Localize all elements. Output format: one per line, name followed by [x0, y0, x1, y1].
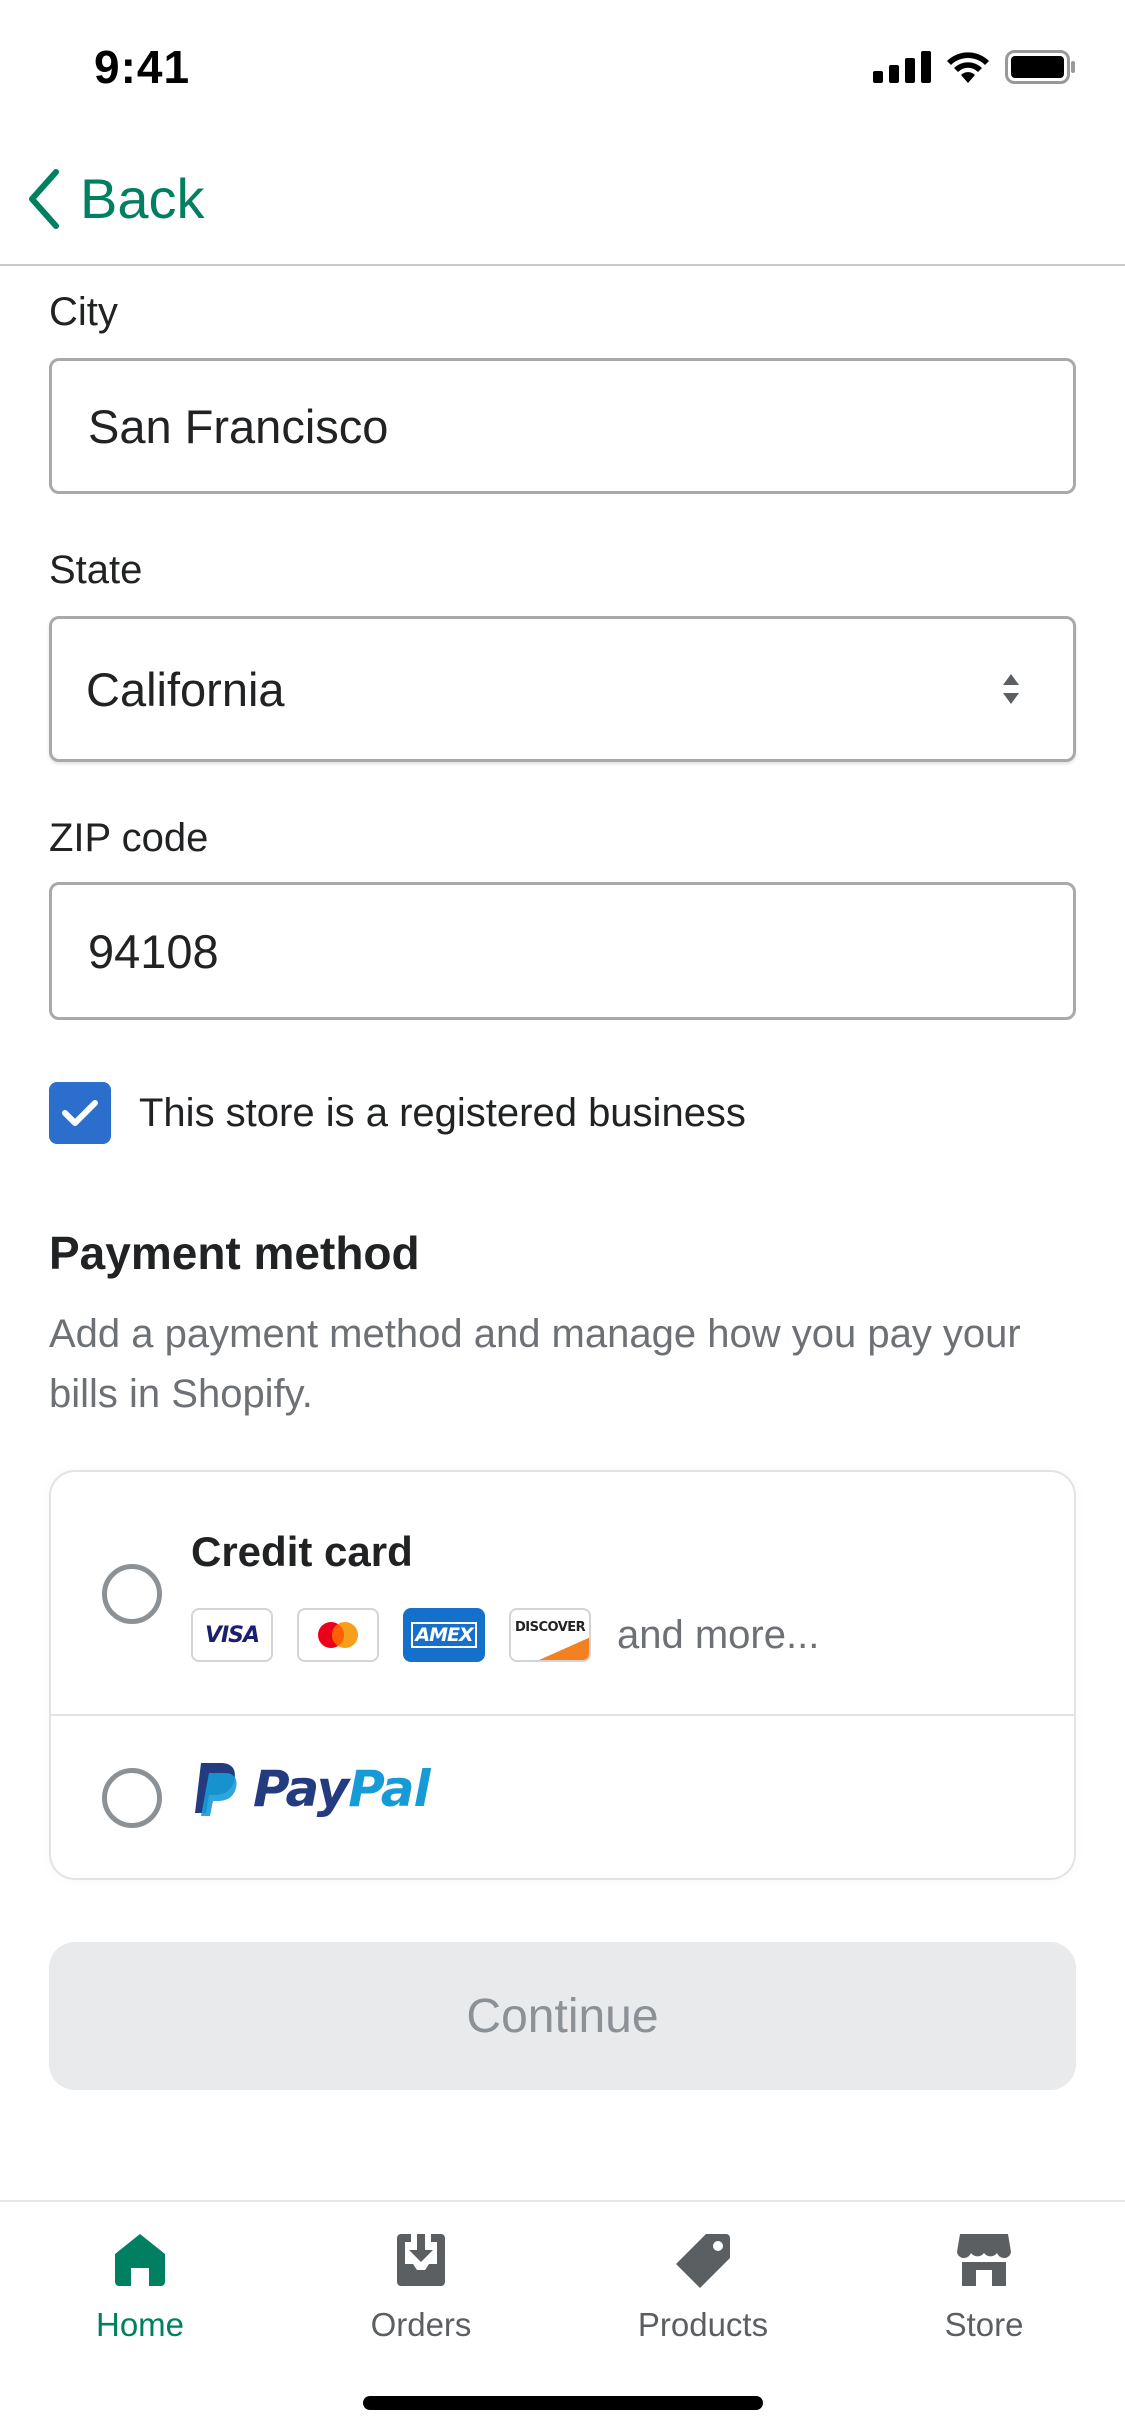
state-value: California	[86, 662, 285, 716]
zip-value: 94108	[88, 924, 219, 978]
tab-products[interactable]: Products	[593, 2232, 813, 2344]
tab-home-label: Home	[95, 2306, 185, 2343]
tab-store-label: Store	[944, 2306, 1024, 2343]
status-bar: 9:41	[0, 0, 1125, 140]
city-input[interactable]: San Francisco	[49, 358, 1076, 494]
payment-method-title: Payment method	[49, 1227, 420, 1279]
credit-card-label: Credit card	[191, 1528, 413, 1575]
select-arrows-icon	[1001, 672, 1021, 706]
chevron-left-icon	[29, 168, 59, 229]
home-icon	[115, 2234, 165, 2286]
city-value: San Francisco	[88, 399, 389, 453]
state-select[interactable]: California	[49, 616, 1076, 762]
paypal-logo: PayPal	[191, 1760, 431, 1818]
checkmark-icon	[62, 1100, 98, 1126]
continue-button[interactable]: Continue	[49, 1942, 1076, 2090]
status-time: 9:41	[94, 41, 191, 93]
back-button[interactable]: Back	[26, 166, 205, 231]
navigation-bar: Back	[0, 140, 1125, 266]
battery-icon	[1005, 50, 1075, 84]
registered-business-checkbox[interactable]	[49, 1082, 111, 1144]
tab-orders[interactable]: Orders	[311, 2232, 531, 2344]
paypal-option[interactable]: PayPal	[51, 1716, 1074, 1878]
card-brands-row: VISA AMEX DISCOVER and more...	[191, 1608, 819, 1662]
tab-store[interactable]: Store	[874, 2232, 1094, 2344]
paypal-radio[interactable]	[102, 1768, 162, 1828]
continue-label: Continue	[466, 1989, 659, 2043]
zip-input[interactable]: 94108	[49, 882, 1076, 1020]
paypal-icon	[195, 1763, 237, 1816]
amex-icon: AMEX	[403, 1608, 485, 1662]
payment-method-description: Add a payment method and manage how you …	[49, 1312, 1021, 1416]
mastercard-icon	[297, 1608, 379, 1662]
tab-products-label: Products	[637, 2306, 769, 2343]
state-label: State	[49, 548, 143, 592]
status-icons	[873, 50, 1077, 84]
discover-icon: DISCOVER	[509, 1608, 591, 1662]
city-label: City	[49, 290, 118, 334]
visa-icon: VISA	[191, 1608, 273, 1662]
credit-card-option[interactable]: Credit card VISA AMEX DISCOVER and more.…	[51, 1472, 1074, 1716]
tab-orders-label: Orders	[370, 2306, 472, 2343]
orders-icon	[397, 2234, 445, 2286]
home-indicator	[363, 2396, 763, 2410]
registered-business-row: This store is a registered business	[49, 1082, 746, 1144]
zip-label: ZIP code	[49, 816, 209, 860]
tag-icon	[676, 2234, 730, 2288]
cellular-signal-icon	[873, 51, 931, 83]
payment-options-card: Credit card VISA AMEX DISCOVER and more.…	[49, 1470, 1076, 1880]
store-icon	[957, 2234, 1011, 2286]
wifi-icon	[947, 52, 989, 83]
back-label: Back	[80, 167, 205, 230]
and-more-text: and more...	[617, 1612, 820, 1657]
tab-home[interactable]: Home	[30, 2232, 250, 2344]
credit-card-radio[interactable]	[102, 1564, 162, 1624]
registered-business-label: This store is a registered business	[139, 1090, 746, 1135]
